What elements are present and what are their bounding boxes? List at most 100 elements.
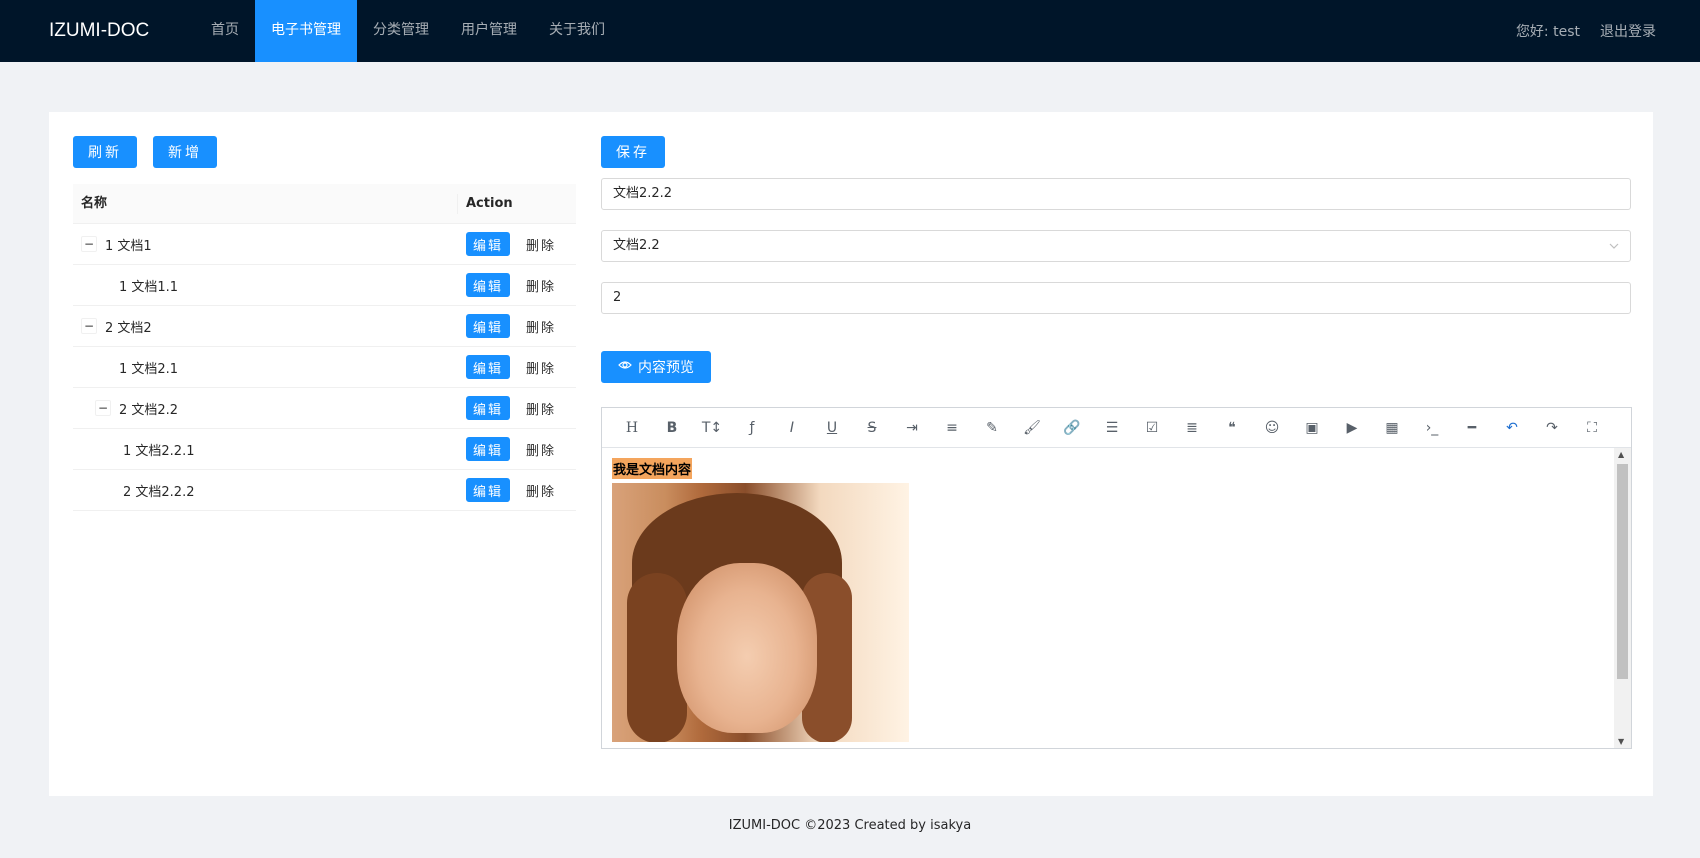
align-icon[interactable]: ≡	[932, 408, 972, 448]
editor-content[interactable]: 我是文档内容	[602, 448, 1614, 748]
parent-doc-select-value: 文档2.2	[613, 238, 660, 253]
action-cell: 编辑 删除	[466, 478, 556, 502]
collapse-icon[interactable]: −	[81, 236, 97, 252]
checkbox-icon[interactable]: ☑	[1132, 408, 1172, 448]
doc-name: 1 文档2.2.1	[123, 443, 195, 459]
link-icon[interactable]: 🔗	[1052, 408, 1092, 448]
delete-button[interactable]: 删除	[526, 481, 556, 500]
collapse-icon[interactable]: −	[81, 318, 97, 334]
chevron-down-icon	[1608, 231, 1620, 272]
doc-name: 1 文档1	[105, 238, 152, 254]
edit-button[interactable]: 编辑	[466, 355, 511, 379]
table-row: −2 文档2 编辑 删除	[73, 306, 576, 347]
video-icon[interactable]: ▶	[1332, 408, 1372, 448]
action-cell: 编辑 删除	[466, 437, 556, 461]
delete-button[interactable]: 删除	[526, 235, 556, 254]
doc-name: 2 文档2.2.2	[123, 484, 195, 500]
emoji-icon[interactable]: ☺	[1252, 408, 1292, 448]
user-greeting: 您好: test	[1515, 24, 1580, 40]
text-align-icon[interactable]: ≣	[1172, 408, 1212, 448]
nav-item-category-management[interactable]: 分类管理	[357, 0, 445, 62]
table-row: −1 文档1 编辑 删除	[73, 224, 576, 265]
scroll-up-icon[interactable]: ▲	[1618, 450, 1624, 459]
action-cell: 编辑 删除	[466, 396, 556, 420]
portrait-image	[612, 483, 909, 742]
content-preview-label: 内容预览	[638, 360, 694, 376]
table-row: −2 文档2.2 编辑 删除	[73, 388, 576, 429]
delete-button[interactable]: 删除	[526, 358, 556, 377]
quote-icon[interactable]: ❝	[1212, 408, 1252, 448]
doc-name-cell: −2 文档2.2	[73, 399, 466, 418]
parent-doc-select[interactable]: 文档2.2	[601, 230, 1631, 262]
code-icon[interactable]: ›_	[1412, 408, 1452, 448]
heading-icon[interactable]: H	[612, 408, 652, 448]
logout-link[interactable]: 退出登录	[1600, 21, 1656, 41]
image-icon[interactable]: ▣	[1292, 408, 1332, 448]
underline-icon[interactable]: U	[812, 408, 852, 448]
page-footer: IZUMI-DOC ©2023 Created by isakya	[728, 818, 972, 833]
table-body: −1 文档1 编辑 删除 1 文档1.1 编辑 删除 −2 文档2 编辑 删除 1 文档2.1 编辑…	[73, 224, 576, 511]
action-cell: 编辑 删除	[466, 273, 556, 297]
brush-icon[interactable]: 🖌	[1012, 408, 1052, 448]
edit-button[interactable]: 编辑	[466, 396, 511, 420]
highlighter-icon[interactable]: ✎	[972, 408, 1012, 448]
table-row: 1 文档1.1 编辑 删除	[73, 265, 576, 306]
table-row: 1 文档2.2.1 编辑 删除	[73, 429, 576, 470]
edit-button[interactable]: 编辑	[466, 232, 511, 256]
delete-button[interactable]: 删除	[526, 317, 556, 336]
collapse-icon[interactable]: −	[95, 400, 111, 416]
markdown-editor: H B T↕ ƒ I U S ⇥ ≡ ✎ 🖌 🔗 ☰ ☑ ≣ ❝ ☺ ▣ ▶ ▦ ›_ ━ ↶ ↷ ⛶ 我是文档内容 ▲ ▼	[601, 407, 1632, 749]
main-nav: 首页 电子书管理 分类管理 用户管理 关于我们	[195, 0, 621, 62]
nav-item-ebook-management[interactable]: 电子书管理	[255, 0, 357, 62]
editor-toolbar: H B T↕ ƒ I U S ⇥ ≡ ✎ 🖌 🔗 ☰ ☑ ≣ ❝ ☺ ▣ ▶ ▦ ›_ ━ ↶ ↷ ⛶	[602, 408, 1631, 448]
edit-button[interactable]: 编辑	[466, 437, 511, 461]
doc-name-input[interactable]: 文档2.2.2	[601, 178, 1631, 210]
doc-name-cell: −1 文档1	[73, 235, 466, 254]
strikethrough-icon[interactable]: S	[852, 408, 892, 448]
hr-icon[interactable]: ━	[1452, 408, 1492, 448]
app-logo[interactable]: IZUMI-DOC	[49, 20, 195, 42]
doc-name-cell: −2 文档2	[73, 317, 466, 336]
edit-button[interactable]: 编辑	[466, 478, 511, 502]
doc-tree-table: 名称 Action −1 文档1 编辑 删除 1 文档1.1 编辑 删除 −2 文档2 编辑删…	[73, 184, 576, 511]
scroll-down-icon[interactable]: ▼	[1618, 737, 1624, 746]
refresh-button[interactable]: 刷新	[73, 136, 137, 168]
table-header: 名称 Action	[73, 184, 576, 224]
table-row: 1 文档2.1 编辑 删除	[73, 347, 576, 388]
content-preview-button[interactable]: 内容预览	[601, 351, 711, 383]
nav-item-user-management[interactable]: 用户管理	[445, 0, 533, 62]
list-icon[interactable]: ☰	[1092, 408, 1132, 448]
indent-icon[interactable]: ⇥	[892, 408, 932, 448]
scrollbar-thumb[interactable]	[1617, 464, 1628, 679]
italic-icon[interactable]: I	[772, 408, 812, 448]
sort-input[interactable]: 2	[601, 282, 1631, 314]
delete-button[interactable]: 删除	[526, 276, 556, 295]
editor-scrollbar[interactable]: ▲ ▼	[1614, 448, 1631, 748]
table-icon[interactable]: ▦	[1372, 408, 1412, 448]
delete-button[interactable]: 删除	[526, 399, 556, 418]
font-size-icon[interactable]: T↕	[692, 408, 732, 448]
nav-item-about-us[interactable]: 关于我们	[533, 0, 621, 62]
doc-name-cell: 1 文档2.1	[73, 358, 466, 377]
highlighted-text: 我是文档内容	[612, 458, 693, 479]
add-button[interactable]: 新增	[153, 136, 217, 168]
doc-name-cell: 1 文档1.1	[73, 276, 466, 295]
edit-button[interactable]: 编辑	[466, 273, 511, 297]
doc-toolbar: 刷新 新增	[73, 136, 217, 168]
delete-button[interactable]: 删除	[526, 440, 556, 459]
action-cell: 编辑 删除	[466, 355, 556, 379]
content-panel: 刷新 新增 名称 Action −1 文档1 编辑 删除 1 文档1.1 编辑 删除 −2 …	[49, 112, 1653, 796]
nav-item-home[interactable]: 首页	[195, 0, 255, 62]
edit-button[interactable]: 编辑	[466, 314, 511, 338]
action-cell: 编辑 删除	[466, 232, 556, 256]
action-cell: 编辑 删除	[466, 314, 556, 338]
fullscreen-icon[interactable]: ⛶	[1572, 408, 1612, 448]
eye-icon	[618, 358, 632, 376]
save-button[interactable]: 保存	[601, 136, 665, 168]
undo-icon[interactable]: ↶	[1492, 408, 1532, 448]
doc-name-cell: 2 文档2.2.2	[73, 481, 466, 500]
redo-icon[interactable]: ↷	[1532, 408, 1572, 448]
font-family-icon[interactable]: ƒ	[732, 408, 772, 448]
column-header-action: Action	[466, 196, 513, 211]
bold-icon[interactable]: B	[652, 408, 692, 448]
